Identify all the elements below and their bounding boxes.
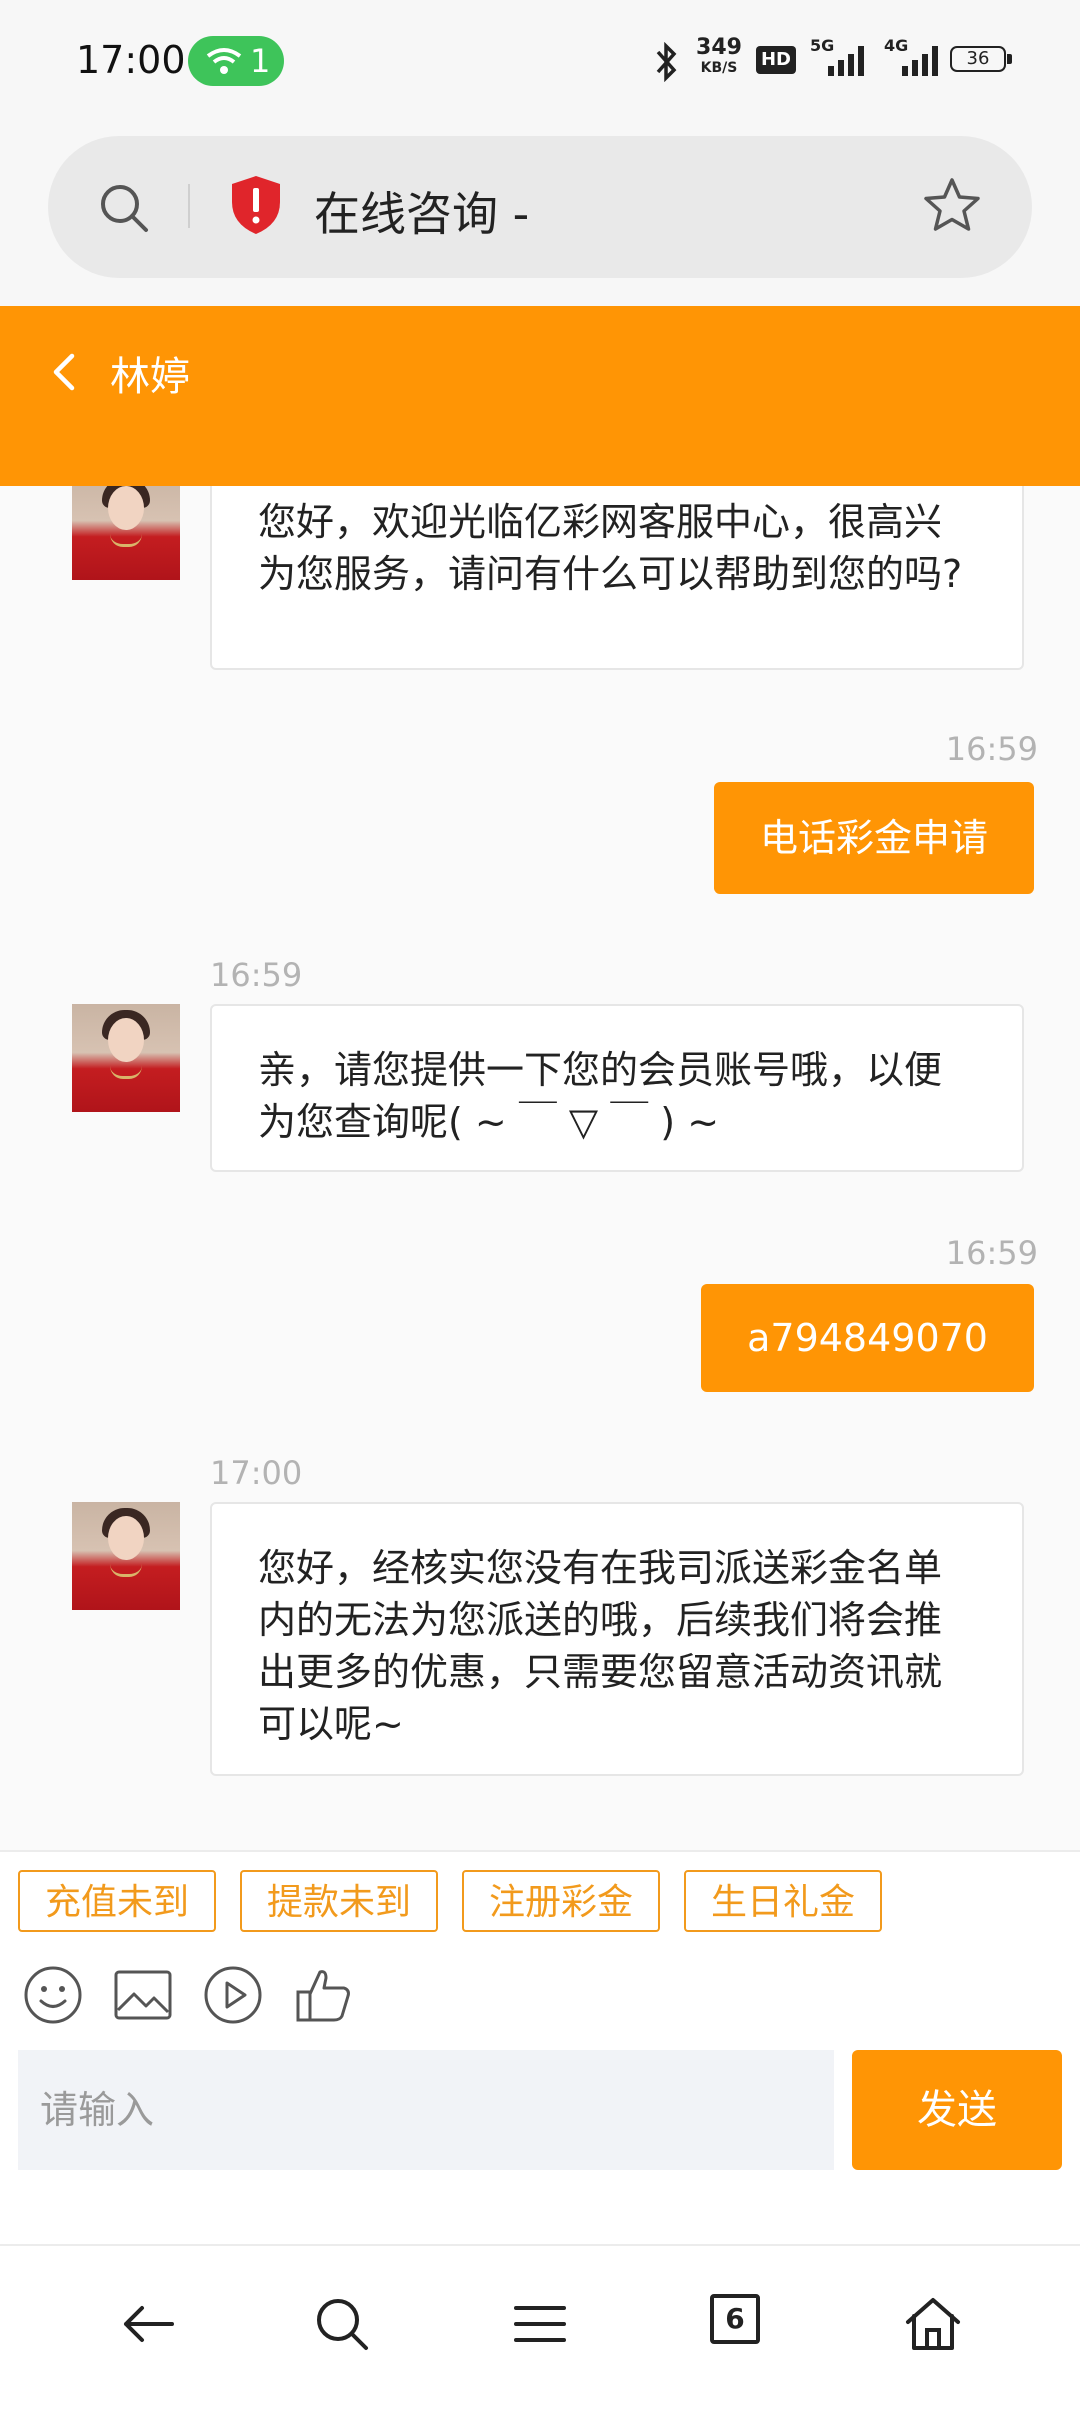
menu-icon[interactable] [510, 2294, 570, 2354]
emoji-icon[interactable] [22, 1964, 84, 2026]
image-icon[interactable] [112, 1964, 174, 2026]
tabs-icon[interactable]: 6 [710, 2294, 760, 2344]
network-speed: 349 KB/S [694, 35, 744, 78]
chevron-left-icon[interactable] [44, 344, 84, 400]
message-text: 电话彩金申请 [759, 816, 988, 860]
video-icon[interactable] [202, 1964, 264, 2026]
message-text: a794849070 [747, 1316, 988, 1360]
chat-header: 林婷 [0, 306, 1080, 486]
home-icon[interactable] [902, 2294, 964, 2354]
address-bar[interactable]: 在线咨询 - [48, 136, 1032, 278]
thumbs-up-icon[interactable] [292, 1964, 356, 2026]
browser-bottom-nav: 6 [0, 2244, 1080, 2414]
tab-count: 6 [725, 2302, 745, 2335]
network-speed-unit: KB/S [700, 60, 738, 76]
chat-messages[interactable]: 您好，欢迎光临亿彩网客服中心，很高兴为您服务，请问有什么可以帮助到您的吗? 16… [0, 486, 1080, 1850]
quick-reply-birthday-gift[interactable]: 生日礼金 [684, 1870, 882, 1932]
hd-label: HD [760, 49, 791, 70]
bluetooth-icon [656, 42, 677, 82]
status-bar: 17:00 1 349 KB/S HD 5G 4G 36 [0, 0, 1080, 130]
chat-input-area: 充值未到 提款未到 注册彩金 生日礼金 发送 [0, 1850, 1080, 2246]
quick-reply-register-bonus[interactable]: 注册彩金 [462, 1870, 660, 1932]
address-divider [188, 184, 190, 228]
security-shield-icon[interactable] [228, 174, 284, 236]
hotspot-icon [206, 48, 242, 74]
star-icon[interactable] [920, 174, 984, 238]
back-arrow-icon[interactable] [118, 2294, 178, 2354]
network-speed-value: 349 [696, 35, 742, 60]
agent-avatar [72, 1502, 180, 1610]
hotspot-count: 1 [250, 42, 271, 80]
signal-5g-icon: 5G [810, 36, 868, 78]
signal-4g-icon: 4G [884, 36, 942, 78]
hotspot-indicator[interactable]: 1 [188, 36, 284, 86]
message-input[interactable] [18, 2050, 834, 2170]
message-time: 17:00 [210, 1454, 303, 1492]
message-text: 亲，请您提供一下您的会员账号哦，以便为您查询呢( ~ ￣ ▽ ￣ ) ~ [258, 1048, 943, 1144]
message-time: 16:59 [945, 1234, 1038, 1272]
battery-level: 36 [950, 46, 1006, 72]
agent-message-bubble: 亲，请您提供一下您的会员账号哦，以便为您查询呢( ~ ￣ ▽ ￣ ) ~ [210, 1004, 1024, 1172]
agent-name: 林婷 [110, 354, 190, 400]
search-icon[interactable] [96, 180, 152, 236]
page-title[interactable]: 在线咨询 - [314, 178, 529, 244]
agent-message-bubble: 您好，欢迎光临亿彩网客服中心，很高兴为您服务，请问有什么可以帮助到您的吗? [210, 486, 1024, 670]
agent-message-bubble: 您好，经核实您没有在我司派送彩金名单内的无法为您派送的哦，后续我们将会推出更多的… [210, 1502, 1024, 1776]
message-text: 您好，欢迎光临亿彩网客服中心，很高兴为您服务，请问有什么可以帮助到您的吗? [258, 500, 963, 596]
hd-icon: HD [756, 46, 796, 74]
quick-reply-recharge[interactable]: 充值未到 [18, 1870, 216, 1932]
message-time: 16:59 [945, 730, 1038, 768]
user-message-bubble: a794849070 [701, 1284, 1034, 1392]
send-button[interactable]: 发送 [852, 2050, 1062, 2170]
message-time: 16:59 [210, 956, 303, 994]
status-time: 17:00 [76, 38, 186, 82]
message-text: 您好，经核实您没有在我司派送彩金名单内的无法为您派送的哦，后续我们将会推出更多的… [258, 1546, 943, 1746]
quick-reply-withdraw[interactable]: 提款未到 [240, 1870, 438, 1932]
search-icon[interactable] [312, 2294, 372, 2354]
battery-icon: 36 [950, 46, 1014, 74]
agent-avatar [72, 486, 180, 580]
agent-avatar [72, 1004, 180, 1112]
user-message-bubble: 电话彩金申请 [713, 782, 1034, 894]
